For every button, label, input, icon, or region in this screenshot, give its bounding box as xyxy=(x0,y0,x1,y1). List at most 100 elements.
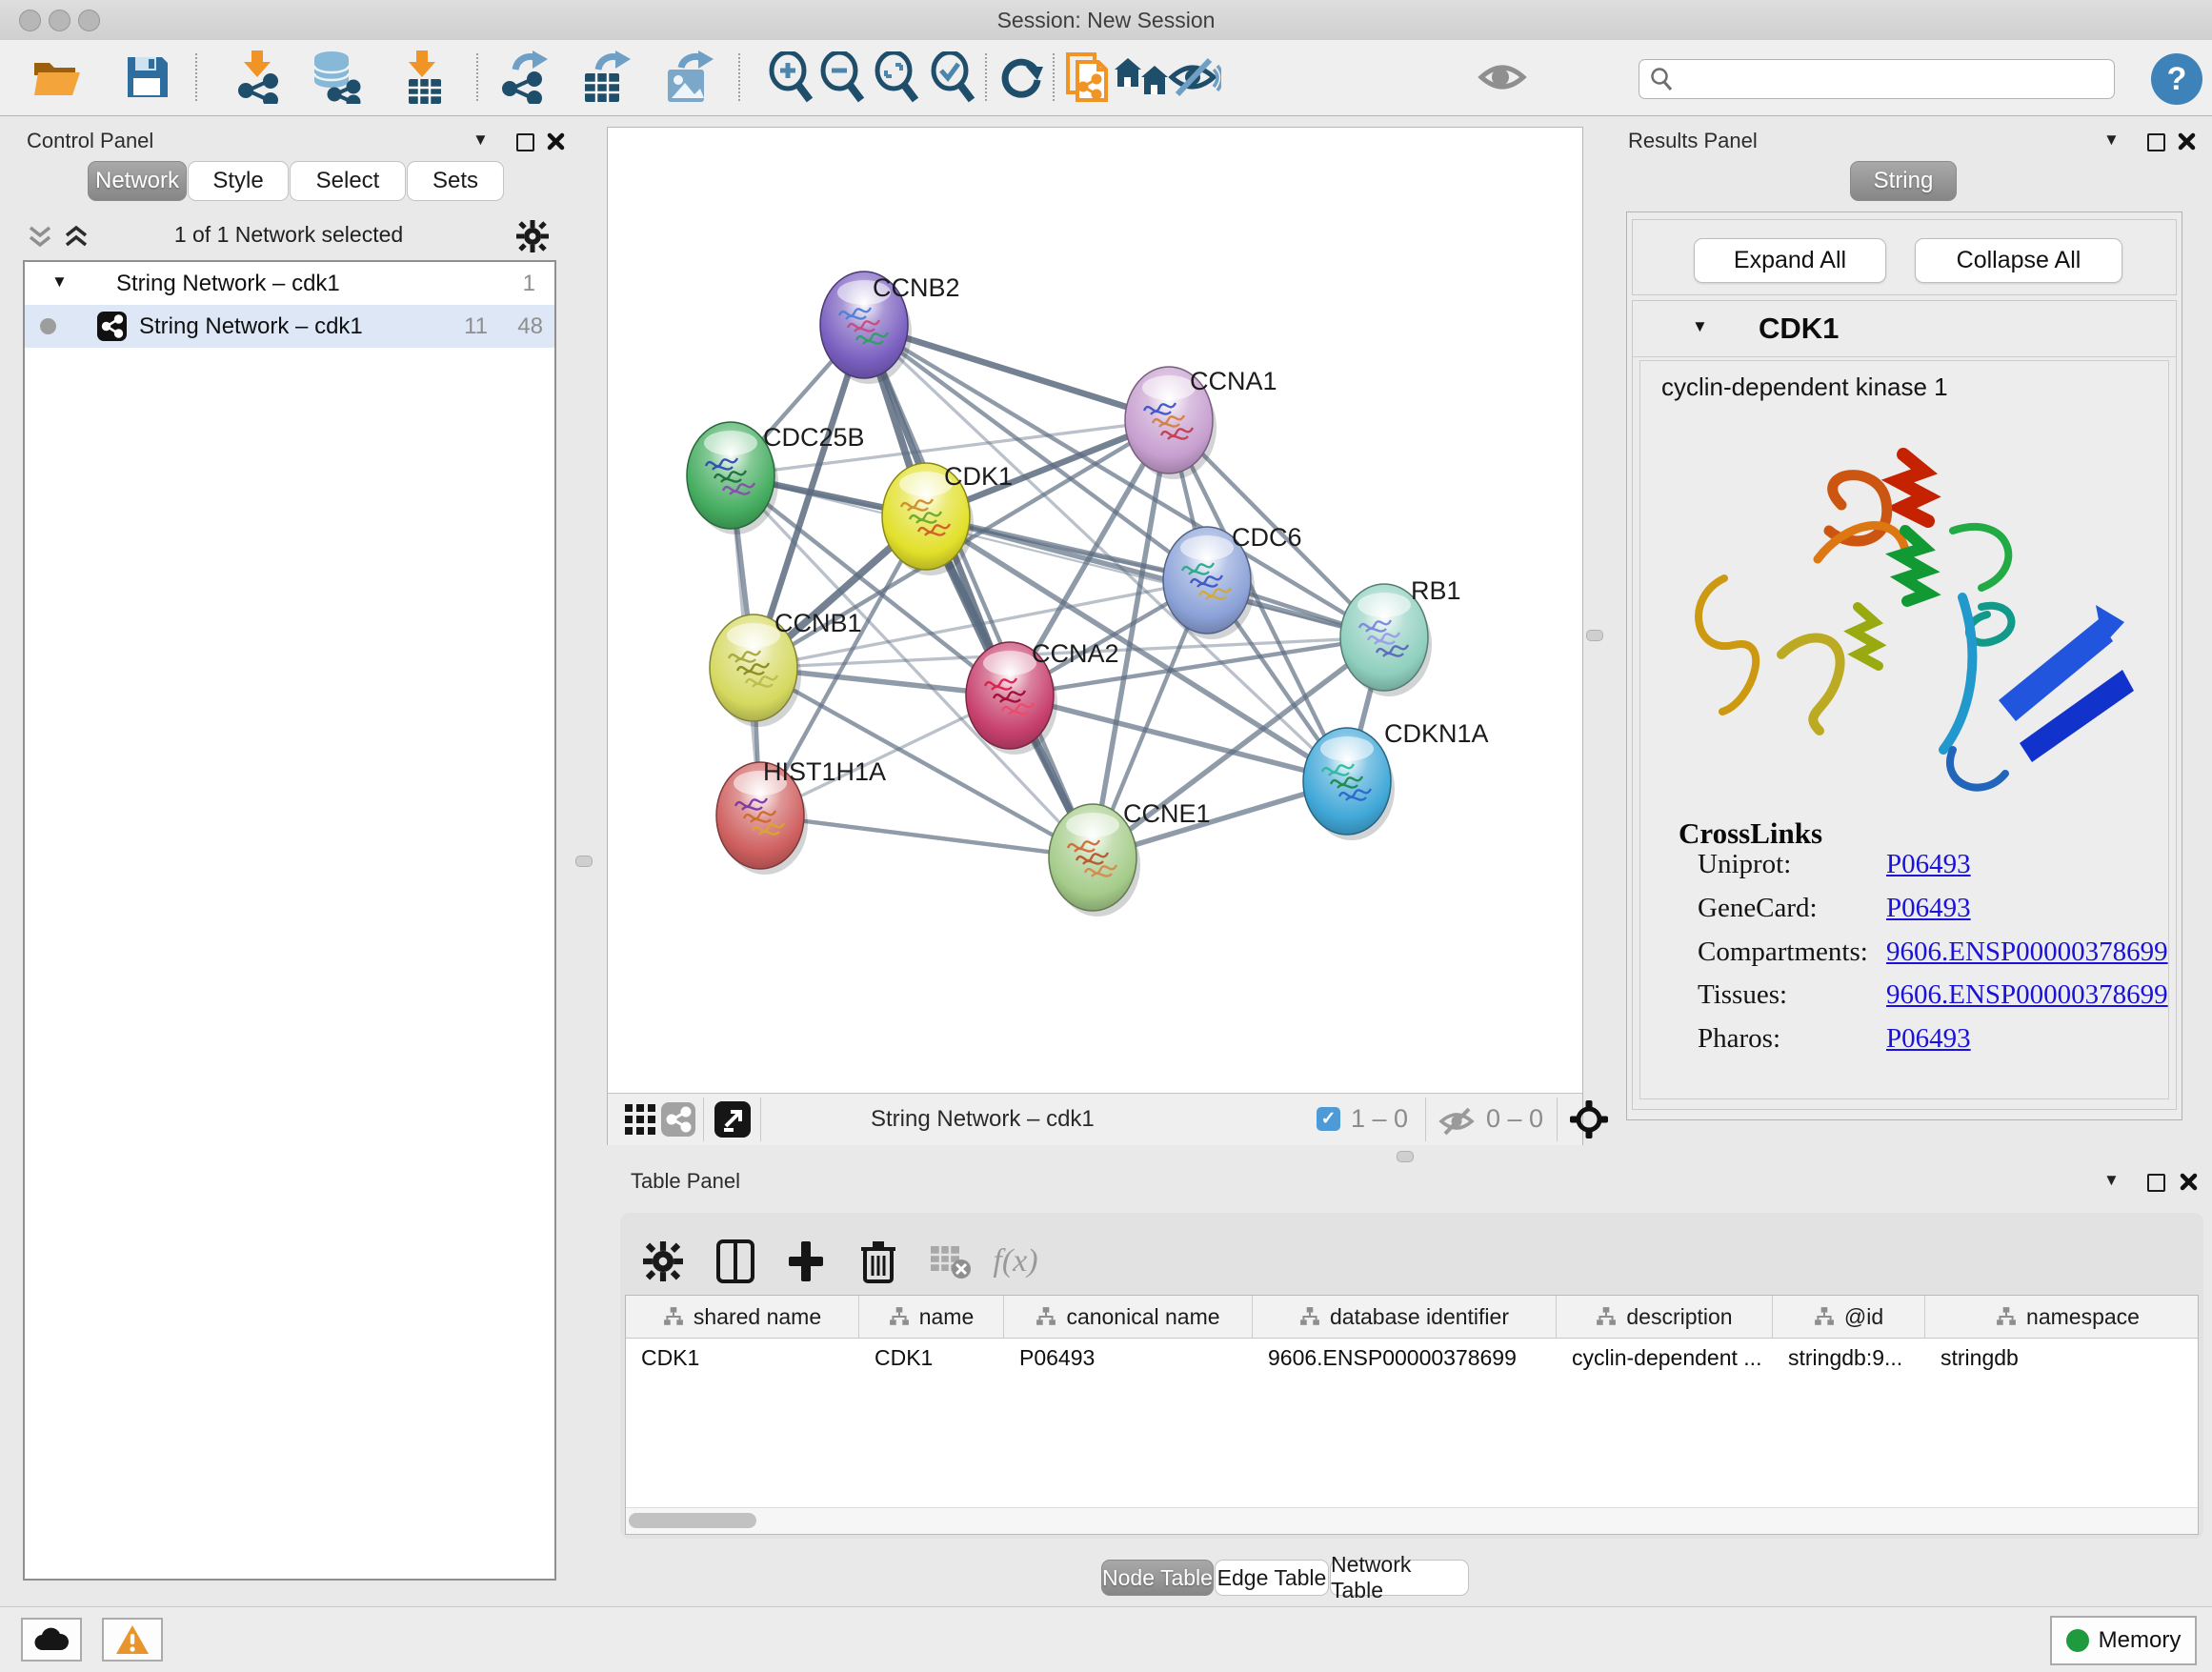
selected-checkbox[interactable]: ✓ xyxy=(1317,1107,1340,1131)
save-session-button[interactable] xyxy=(121,50,174,104)
import-network-file-button[interactable] xyxy=(231,50,284,104)
window-title: Session: New Session xyxy=(0,8,2212,33)
collection-expander-icon[interactable]: ▼ xyxy=(51,272,68,292)
add-column-button[interactable] xyxy=(780,1236,832,1287)
delete-table-button[interactable] xyxy=(925,1236,976,1287)
clone-network-button[interactable] xyxy=(1061,50,1115,104)
column-header[interactable]: canonical name xyxy=(1004,1296,1253,1338)
table-settings-button[interactable] xyxy=(637,1236,689,1287)
network-view[interactable]: CCNB2CCNA1CDC25BCDK1CDC6RB1CCNB1CCNA2CDK… xyxy=(607,127,1583,1145)
node-result-header[interactable]: ▼ CDK1 xyxy=(1633,301,2176,357)
gear-icon[interactable] xyxy=(516,220,549,252)
hidden-eye-icon xyxy=(1438,1107,1477,1136)
crosslink-pharos[interactable]: P06493 xyxy=(1886,1023,1971,1055)
crosslink-genecard[interactable]: P06493 xyxy=(1886,893,1971,924)
graph-node-CCNB2[interactable]: CCNB2 xyxy=(820,272,960,384)
search-field[interactable] xyxy=(1639,59,2115,99)
selected-counts: 1 – 0 xyxy=(1351,1104,1408,1134)
float-panel-icon[interactable]: ▼ xyxy=(473,131,489,150)
zoom-selected-button[interactable] xyxy=(926,50,979,104)
show-columns-button[interactable] xyxy=(710,1236,761,1287)
column-header[interactable]: name xyxy=(859,1296,1004,1338)
network-row-selected[interactable]: String Network – cdk1 11 48 xyxy=(25,305,554,348)
graph-node-CCNE1[interactable]: CCNE1 xyxy=(1049,799,1211,917)
open-session-button[interactable] xyxy=(30,50,84,104)
scrollbar-thumb[interactable] xyxy=(629,1513,756,1528)
tab-network[interactable]: Network xyxy=(88,161,187,201)
import-table-file-button[interactable] xyxy=(397,50,451,104)
memory-button[interactable]: Memory xyxy=(2050,1616,2197,1665)
cell-name: CDK1 xyxy=(859,1338,1004,1380)
crosslink-uniprot[interactable]: P06493 xyxy=(1886,849,1971,880)
tab-sets[interactable]: Sets xyxy=(407,161,504,201)
export-network-button[interactable] xyxy=(497,50,551,104)
maximize-panel-icon[interactable] xyxy=(2147,1174,2165,1192)
import-network-database-button[interactable] xyxy=(309,50,362,104)
graph-node-CCNA2[interactable]: CCNA2 xyxy=(966,639,1119,755)
graph-node-RB1[interactable]: RB1 xyxy=(1340,576,1461,696)
birdseye-icon[interactable] xyxy=(1570,1100,1608,1138)
zoom-fit-button[interactable] xyxy=(870,50,923,104)
close-panel-icon[interactable] xyxy=(2178,132,2196,151)
crosslink-label: Tissues: xyxy=(1698,979,1787,1011)
collapse-all-button[interactable]: Collapse All xyxy=(1915,238,2122,283)
help-button[interactable]: ? xyxy=(2151,53,2202,105)
tab-select[interactable]: Select xyxy=(290,161,406,201)
graph-node-CDKN1A[interactable]: CDKN1A xyxy=(1303,719,1489,840)
graph-node-CCNA1[interactable]: CCNA1 xyxy=(1125,367,1277,479)
network-graph[interactable]: CCNB2CCNA1CDC25BCDK1CDC6RB1CCNB1CCNA2CDK… xyxy=(608,128,1582,1093)
left-splitter-handle[interactable] xyxy=(575,856,593,867)
tab-style[interactable]: Style xyxy=(188,161,289,201)
graph-node-CCNB1[interactable]: CCNB1 xyxy=(710,609,862,727)
refresh-view-button[interactable] xyxy=(995,50,1048,104)
show-all-networks-button[interactable] xyxy=(1115,50,1168,104)
close-panel-icon[interactable] xyxy=(2180,1173,2198,1191)
cell-description: cyclin-dependent ... xyxy=(1557,1338,1773,1380)
zoom-out-button[interactable] xyxy=(815,50,869,104)
table-row[interactable]: CDK1 CDK1 P06493 9606.ENSP00000378699 cy… xyxy=(626,1338,2199,1380)
collapse-entry-icon[interactable]: ▼ xyxy=(1692,317,1708,336)
grid-view-icon[interactable] xyxy=(625,1104,655,1135)
float-panel-icon[interactable]: ▼ xyxy=(2103,131,2120,150)
right-splitter-handle[interactable] xyxy=(1586,630,1603,641)
open-in-window-icon[interactable] xyxy=(714,1101,751,1138)
tab-node-table[interactable]: Node Table xyxy=(1101,1560,1214,1596)
search-input[interactable] xyxy=(1674,66,2114,92)
show-panel-button[interactable] xyxy=(1476,50,1529,104)
crosslink-tissues[interactable]: 9606.ENSP00000378699 xyxy=(1886,979,2168,1011)
tab-string[interactable]: String xyxy=(1850,161,1957,201)
cloud-status-button[interactable] xyxy=(21,1618,82,1662)
network-collection-row[interactable]: ▼ String Network – cdk1 1 xyxy=(25,262,554,305)
graph-node-HIST1H1A[interactable]: HIST1H1A xyxy=(716,757,886,875)
function-builder-button[interactable]: f(x) xyxy=(990,1236,1041,1287)
column-header[interactable]: description xyxy=(1557,1296,1773,1338)
column-header[interactable]: @id xyxy=(1773,1296,1925,1338)
crosslink-label: GeneCard: xyxy=(1698,893,1818,924)
hide-panel-button[interactable] xyxy=(1168,50,1221,104)
export-image-button[interactable] xyxy=(661,50,714,104)
network-list: ▼ String Network – cdk1 1 String Network… xyxy=(23,260,556,1581)
column-header[interactable]: database identifier xyxy=(1253,1296,1557,1338)
delete-column-button[interactable] xyxy=(853,1236,904,1287)
export-table-button[interactable] xyxy=(578,50,632,104)
maximize-panel-icon[interactable] xyxy=(516,133,534,151)
tab-edge-table[interactable]: Edge Table xyxy=(1215,1560,1329,1596)
tab-network-table[interactable]: Network Table xyxy=(1330,1560,1469,1596)
float-panel-icon[interactable]: ▼ xyxy=(2103,1171,2120,1190)
expand-all-button[interactable]: Expand All xyxy=(1694,238,1886,283)
bottom-splitter-handle[interactable] xyxy=(1397,1151,1414,1162)
zoom-in-button[interactable] xyxy=(764,50,817,104)
horizontal-scrollbar[interactable] xyxy=(626,1507,2198,1534)
zoom-selected-icon xyxy=(929,51,976,103)
crosslink-compartments[interactable]: 9606.ENSP00000378699 xyxy=(1886,937,2168,968)
warnings-button[interactable] xyxy=(102,1618,163,1662)
column-header[interactable]: namespace xyxy=(1925,1296,2199,1338)
string-view-icon[interactable] xyxy=(661,1102,695,1137)
graph-node-CDC25B[interactable]: CDC25B xyxy=(687,422,865,534)
network-view-toolbar: String Network – cdk1 ✓ 1 – 0 0 – 0 xyxy=(608,1093,1582,1145)
close-panel-icon[interactable] xyxy=(547,132,565,151)
zoom-fit-icon xyxy=(873,51,920,103)
column-header[interactable]: shared name xyxy=(626,1296,859,1338)
graph-node-CDC6[interactable]: CDC6 xyxy=(1163,523,1302,639)
maximize-panel-icon[interactable] xyxy=(2147,133,2165,151)
